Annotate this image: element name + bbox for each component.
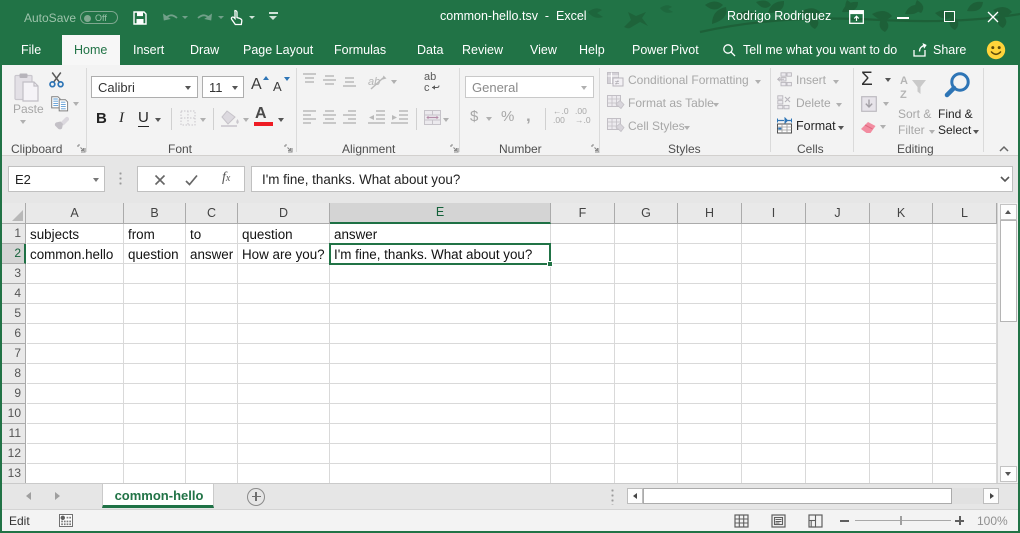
svg-text:c: c bbox=[424, 82, 430, 93]
svg-text:Z: Z bbox=[900, 89, 907, 100]
svg-text:≠: ≠ bbox=[615, 78, 620, 87]
svg-text:A: A bbox=[900, 75, 908, 87]
